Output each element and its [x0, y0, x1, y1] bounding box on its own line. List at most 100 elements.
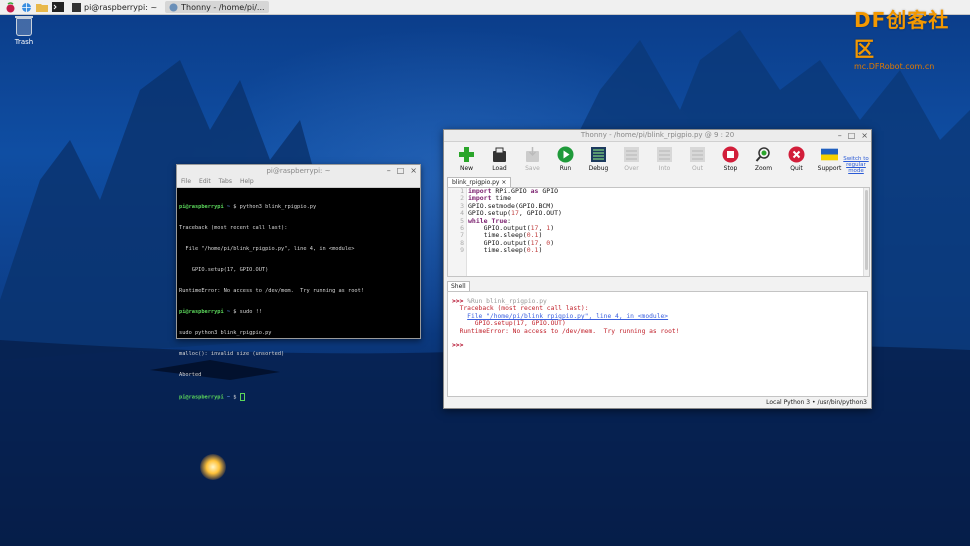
- terminal-line: sudo python3 blink_rpigpio.py: [179, 330, 272, 336]
- terminal-window[interactable]: pi@raspberrypi: ~ – □ × File Edit Tabs H…: [176, 164, 421, 401]
- step-out-label: Out: [692, 165, 703, 172]
- thonny-window[interactable]: Thonny - /home/pi/blink_rpigpio.py @ 9 :…: [443, 129, 872, 409]
- trash-label: Trash: [14, 38, 34, 46]
- shell-panel[interactable]: >>> %Run blink_rpigpio.py Traceback (mos…: [447, 291, 868, 397]
- menu-help[interactable]: Help: [240, 177, 254, 187]
- terminal-title: pi@raspberrypi: ~: [266, 167, 331, 175]
- code-token: 17: [511, 209, 519, 218]
- close-icon[interactable]: ×: [861, 130, 868, 141]
- load-button[interactable]: Load: [483, 146, 516, 172]
- editor-scrollbar[interactable]: [863, 188, 869, 276]
- line-number: 2: [460, 194, 464, 203]
- prompt-user: pi@raspberrypi: [179, 204, 224, 210]
- new-label: New: [459, 165, 474, 172]
- support-button[interactable]: Support: [813, 146, 846, 172]
- shell-prompt: >>>: [452, 298, 464, 305]
- step-over-icon: [624, 147, 639, 162]
- code-editor[interactable]: 1 import RPi.GPIO as GPIO 2 import time 3 GPI…: [447, 187, 870, 277]
- task-terminal-label: pi@raspberrypi: ~: [84, 2, 158, 12]
- run-label: Run: [559, 165, 572, 172]
- interpreter-status[interactable]: Local Python 3 • /usr/bin/python3: [766, 399, 867, 406]
- line-number: 8: [460, 238, 464, 247]
- taskbar: pi@raspberrypi: ~ Thonny - /home/pi/...: [0, 0, 970, 15]
- terminal-line: RuntimeError: No access to /dev/mem. Try…: [179, 288, 364, 294]
- step-into-icon: [657, 147, 672, 162]
- terminal-icon[interactable]: [52, 1, 64, 13]
- debug-icon: [591, 147, 606, 162]
- task-terminal[interactable]: pi@raspberrypi: ~: [68, 1, 161, 13]
- load-label: Load: [492, 165, 507, 172]
- zoom-icon: [755, 147, 770, 162]
- terminal-titlebar[interactable]: pi@raspberrypi: ~ – □ ×: [177, 165, 420, 177]
- folder-icon[interactable]: [36, 1, 48, 13]
- task-thonny[interactable]: Thonny - /home/pi/...: [165, 1, 269, 13]
- lantern-glow: [200, 454, 226, 480]
- stop-icon: [722, 146, 739, 163]
- code-token: GPIO: [538, 187, 559, 195]
- terminal-line: Aborted: [179, 372, 202, 378]
- close-icon[interactable]: ×: [410, 165, 417, 177]
- terminal-cmd: $ python3 blink_rpigpio.py: [233, 204, 317, 210]
- new-icon: [459, 147, 474, 162]
- line-number: 1: [460, 187, 464, 195]
- thonny-task-icon: [169, 3, 178, 11]
- code-token: 0.1: [526, 246, 539, 255]
- stop-button[interactable]: Stop: [714, 146, 747, 172]
- raspberry-icon[interactable]: [4, 1, 16, 13]
- run-icon: [557, 146, 574, 163]
- prompt-user: pi@raspberrypi: [179, 394, 224, 401]
- thonny-titlebar[interactable]: Thonny - /home/pi/blink_rpigpio.py @ 9 :…: [444, 130, 871, 142]
- code-line: 9 time.sleep(0.1): [448, 246, 562, 255]
- shell-code-line: GPIO.setup(17, GPIO.OUT): [474, 320, 566, 328]
- shell-file-link[interactable]: File "/home/pi/blink_rpigpio.py", line 4…: [467, 313, 668, 320]
- menu-file[interactable]: File: [181, 177, 191, 187]
- ukraine-flag-icon: [821, 148, 838, 161]
- brand-watermark: DF创客社区 mc.DFRobot.com.cn: [854, 4, 966, 71]
- menu-edit[interactable]: Edit: [199, 177, 211, 187]
- debug-label: Debug: [588, 165, 609, 172]
- shell-traceback: Traceback (most recent call last):: [459, 305, 589, 313]
- line-number: 5: [460, 216, 464, 225]
- code-token: time.sleep(: [468, 246, 527, 255]
- minimize-icon[interactable]: –: [387, 165, 391, 177]
- menu-tabs[interactable]: Tabs: [219, 177, 232, 187]
- code-lines: 1 import RPi.GPIO as GPIO 2 import time 3 GPI…: [448, 187, 562, 255]
- save-button[interactable]: Save: [516, 146, 549, 172]
- shell-error: RuntimeError: No access to /dev/mem. Try…: [459, 327, 680, 335]
- code-token: ): [538, 246, 543, 255]
- minimize-icon[interactable]: –: [838, 130, 842, 141]
- debug-button[interactable]: Debug: [582, 146, 615, 172]
- run-button[interactable]: Run: [549, 146, 582, 172]
- quit-button[interactable]: Quit: [780, 146, 813, 172]
- shell-prompt: >>>: [452, 342, 464, 350]
- support-label: Support: [817, 165, 842, 172]
- switch-mode-link[interactable]: Switch to regular mode: [843, 156, 869, 174]
- step-out-button[interactable]: Out: [681, 146, 714, 172]
- prompt-path: ~: [226, 309, 231, 315]
- new-button[interactable]: New: [450, 146, 483, 172]
- maximize-icon[interactable]: □: [848, 130, 856, 141]
- maximize-icon[interactable]: □: [397, 165, 405, 177]
- stop-label: Stop: [723, 165, 738, 172]
- terminal-cursor: [239, 393, 245, 401]
- terminal-line: GPIO.setup(17, GPIO.OUT): [179, 267, 269, 273]
- brand-logo: DF创客社区: [854, 8, 950, 61]
- step-into-button[interactable]: Into: [648, 146, 681, 172]
- zoom-button[interactable]: Zoom: [747, 146, 780, 172]
- terminal-output[interactable]: pi@raspberrypi ~ $ python3 blink_rpigpio…: [177, 188, 420, 418]
- terminal-task-icon: [72, 2, 81, 12]
- zoom-label: Zoom: [754, 165, 773, 172]
- step-over-button[interactable]: Over: [615, 146, 648, 172]
- thonny-title: Thonny - /home/pi/blink_rpigpio.py @ 9 :…: [580, 131, 735, 139]
- shell-run-cmd: %Run blink_rpigpio.py: [467, 298, 547, 305]
- quit-icon: [788, 146, 805, 163]
- code-token: ): [550, 224, 555, 233]
- globe-icon[interactable]: [20, 1, 32, 13]
- trash-desktop-icon[interactable]: Trash: [12, 16, 36, 46]
- terminal-cmd: $ sudo !!: [233, 309, 262, 315]
- prompt-path: ~: [226, 204, 231, 210]
- line-number: 3: [460, 201, 464, 210]
- save-label: Save: [525, 165, 540, 172]
- brand-url: mc.DFRobot.com.cn: [854, 62, 935, 71]
- line-number: 9: [460, 246, 464, 255]
